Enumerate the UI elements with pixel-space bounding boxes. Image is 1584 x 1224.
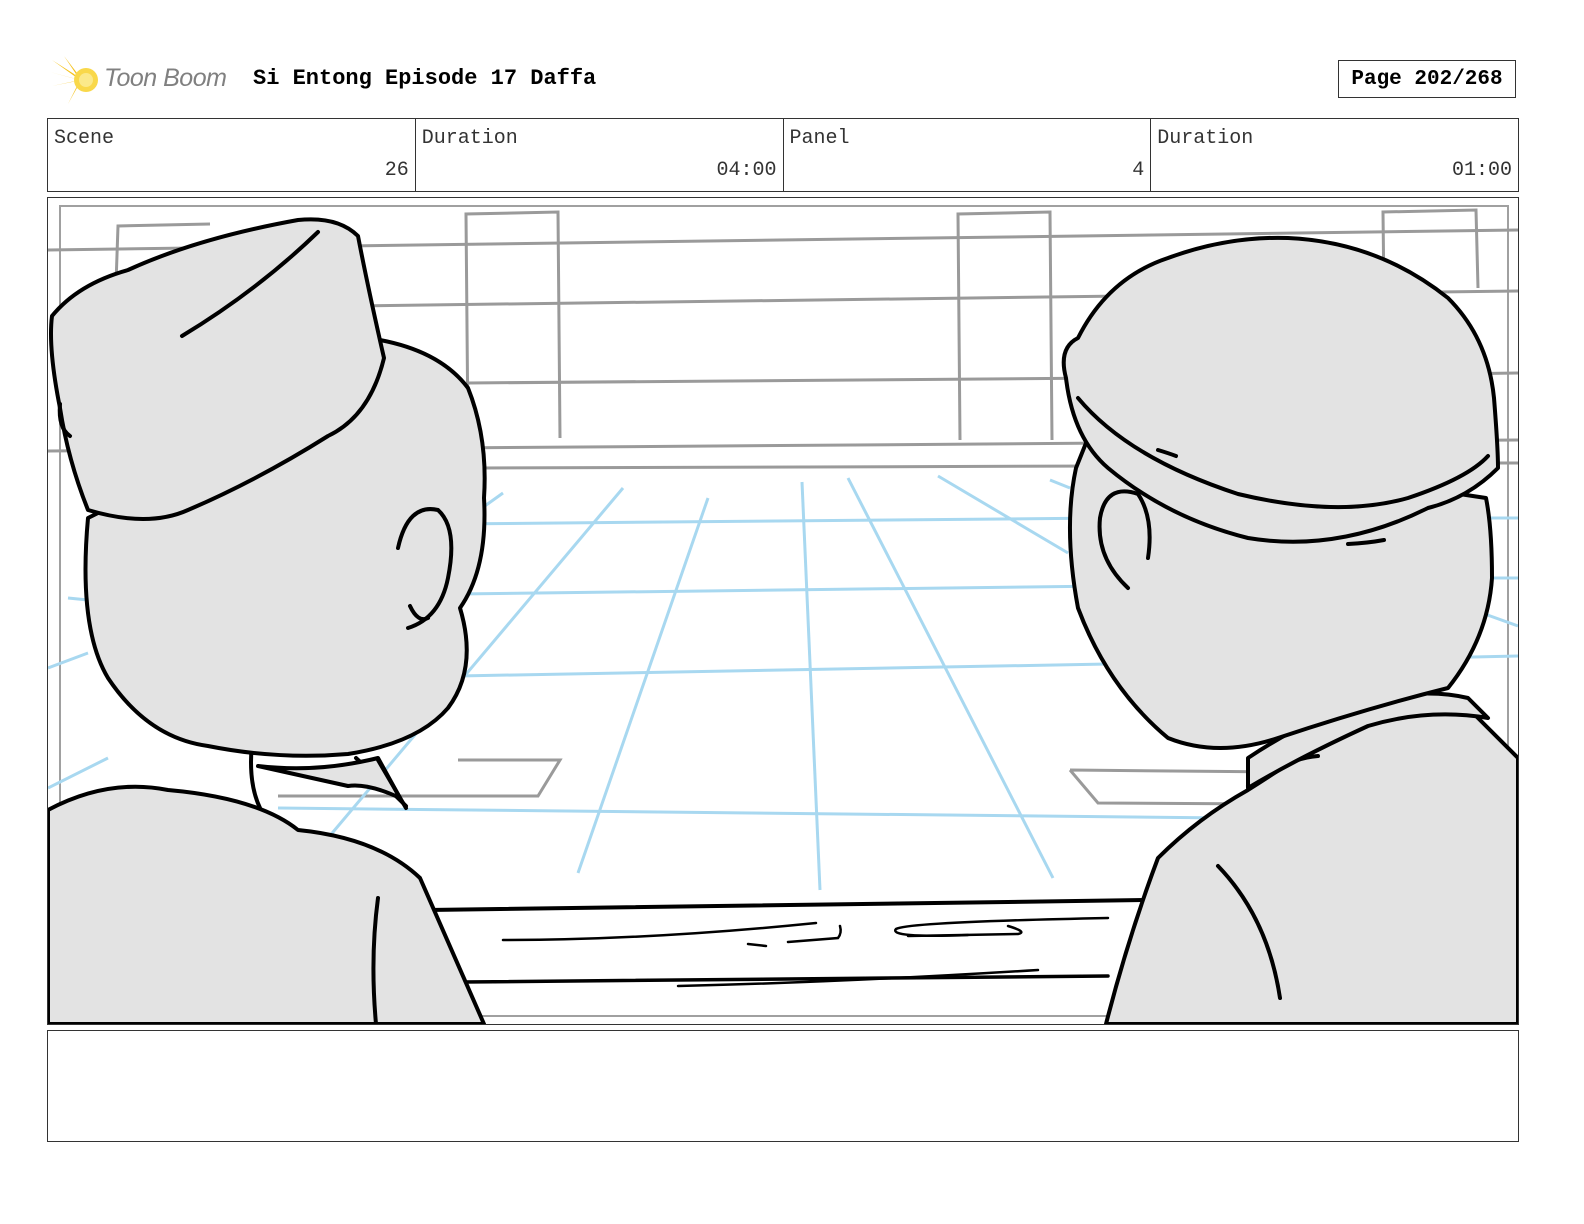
panel-cell: Panel 4: [782, 119, 1151, 191]
panel-value: 4: [1132, 159, 1145, 182]
panel-duration-label: Duration: [1157, 127, 1254, 150]
document-title: Si Entong Episode 17 Daffa: [253, 66, 597, 91]
left-character: [48, 217, 487, 1024]
scene-info-table: Scene 26 Duration 04:00 Panel 4 Duration…: [47, 118, 1519, 192]
panel-duration-value: 01:00: [1451, 159, 1512, 182]
scene-cell: Scene 26: [48, 119, 415, 191]
panel-sketch: [48, 205, 1518, 1024]
panel-label: Panel: [789, 127, 850, 150]
scene-label: Scene: [54, 127, 115, 150]
page-indicator: Page 202/268: [1338, 60, 1516, 98]
panel-duration-cell: Duration 01:00: [1150, 119, 1518, 191]
right-character: [1061, 235, 1518, 1024]
scene-duration-value: 04:00: [716, 159, 777, 182]
scene-duration-label: Duration: [421, 127, 518, 150]
starburst-icon: [50, 56, 98, 104]
scene-value: 26: [384, 159, 409, 182]
logo-text: Toon Boom: [104, 64, 227, 92]
panel-notes-box: [47, 1030, 1519, 1142]
scene-duration-cell: Duration 04:00: [414, 119, 783, 191]
toon-boom-logo: Toon Boom: [50, 54, 240, 106]
railing: [426, 898, 1150, 988]
storyboard-panel: [47, 197, 1519, 1025]
